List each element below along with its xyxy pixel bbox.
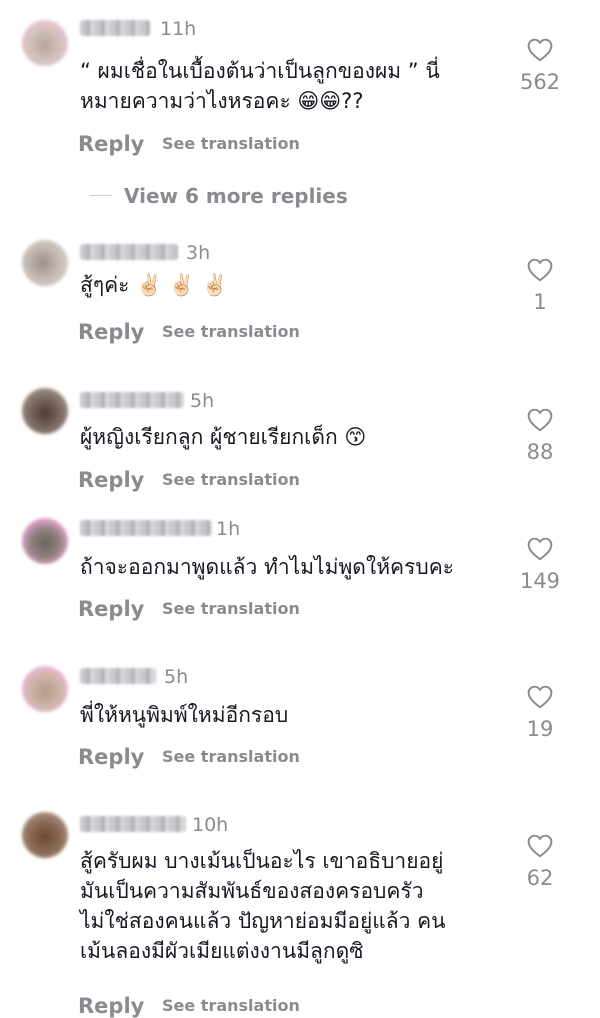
like-button[interactable]: 149 xyxy=(500,537,580,593)
timestamp: 3h xyxy=(186,242,211,264)
reply-button[interactable]: Reply xyxy=(78,468,144,492)
timestamp: 5h xyxy=(190,390,215,412)
view-more-replies-label: View 6 more replies xyxy=(124,184,348,208)
reply-button[interactable]: Reply xyxy=(78,320,144,344)
comment-text: สู้ครับผม บางเม้นเป็นอะไร เขาอธิบายอยู่ … xyxy=(80,849,446,963)
reply-button[interactable]: Reply xyxy=(78,994,144,1018)
like-button[interactable]: 88 xyxy=(500,408,580,464)
like-count: 19 xyxy=(526,717,554,741)
like-count: 62 xyxy=(526,866,554,890)
username[interactable] xyxy=(80,668,156,684)
reply-button[interactable]: Reply xyxy=(78,132,144,156)
username[interactable] xyxy=(80,816,186,832)
like-button[interactable]: 1 xyxy=(500,258,580,314)
see-translation-link[interactable]: See translation xyxy=(162,597,300,621)
reply-button[interactable]: Reply xyxy=(78,597,144,621)
timestamp: 5h xyxy=(164,666,189,688)
see-translation-link[interactable]: See translation xyxy=(162,320,300,344)
see-translation-link[interactable]: See translation xyxy=(162,994,300,1018)
divider xyxy=(90,195,112,196)
username[interactable] xyxy=(80,392,184,408)
comment-text: สู้ๆค่ะ ✌🏻 ✌🏻 ✌🏻 xyxy=(80,273,228,297)
see-translation-link[interactable]: See translation xyxy=(162,468,300,492)
avatar[interactable] xyxy=(22,666,68,712)
username[interactable] xyxy=(80,520,212,536)
heart-outline-icon xyxy=(527,408,553,432)
avatar[interactable] xyxy=(22,812,68,858)
timestamp: 10h xyxy=(192,814,229,836)
heart-outline-icon xyxy=(527,685,553,709)
heart-outline-icon xyxy=(527,537,553,561)
comment-text: พี่ให้หนูพิมพ์ใหม่อีกรอบ xyxy=(80,703,289,727)
like-button[interactable]: 19 xyxy=(500,685,580,741)
reply-button[interactable]: Reply xyxy=(78,745,144,769)
comment-text: ผู้หญิงเรียกลูก ผู้ชายเรียกเด็ก 😙 xyxy=(80,425,367,449)
like-count: 88 xyxy=(526,440,554,464)
see-translation-link[interactable]: See translation xyxy=(162,132,300,156)
like-count: 562 xyxy=(519,70,561,94)
like-button[interactable]: 62 xyxy=(500,834,580,890)
timestamp: 1h xyxy=(216,518,241,540)
username[interactable] xyxy=(80,20,150,36)
avatar[interactable] xyxy=(22,388,68,434)
like-button[interactable]: 562 xyxy=(500,38,580,94)
avatar[interactable] xyxy=(22,518,68,564)
heart-outline-icon xyxy=(527,258,553,282)
timestamp: 11h xyxy=(160,18,197,40)
avatar[interactable] xyxy=(22,20,68,66)
like-count: 149 xyxy=(519,569,561,593)
comment-text: ถ้าจะออกมาพูดแล้ว ทำไมไม่พูดให้ครบคะ xyxy=(80,555,455,579)
like-count: 1 xyxy=(533,290,547,314)
see-translation-link[interactable]: See translation xyxy=(162,745,300,769)
heart-outline-icon xyxy=(527,834,553,858)
view-more-replies-button[interactable]: View 6 more replies xyxy=(90,182,390,210)
comment-text: “ ผมเชื่อในเบื้องต้นว่าเป็นลูกของผม ” นี… xyxy=(80,59,440,113)
avatar[interactable] xyxy=(22,240,68,286)
heart-outline-icon xyxy=(527,38,553,62)
username[interactable] xyxy=(80,244,178,260)
